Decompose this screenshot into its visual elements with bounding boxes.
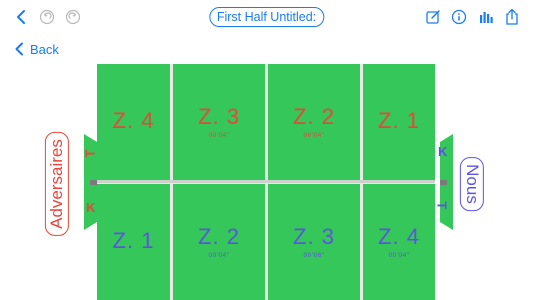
right-goal-k: K: [438, 144, 448, 159]
edit-icon[interactable]: [423, 7, 443, 27]
back-button[interactable]: Back: [14, 40, 59, 58]
stats-chart-icon[interactable]: [476, 7, 496, 27]
back-label: Back: [30, 41, 59, 57]
session-title-button[interactable]: First Half Untitled:: [208, 7, 325, 27]
right-goal: K T: [434, 134, 457, 230]
info-icon[interactable]: [449, 7, 469, 27]
chevron-left-icon: [15, 42, 23, 56]
zone-bottom-4[interactable]: Z. 4 00'04": [363, 184, 435, 300]
zone-top-2[interactable]: Z. 2 00'04": [268, 64, 360, 180]
share-icon[interactable]: [502, 7, 522, 27]
right-goal-t: T: [434, 201, 450, 210]
zone-top-1[interactable]: Z. 1: [363, 64, 435, 180]
zone-top-4[interactable]: Z. 4: [97, 64, 170, 180]
zone-bottom-2[interactable]: Z. 2 00'04": [173, 184, 265, 300]
halfway-line: [97, 180, 435, 183]
zone-bottom-3[interactable]: Z. 3 00'06": [268, 184, 360, 300]
playing-field: Z. 4 Z. 3 00'04" Z. 2 00'04" Z. 1 Z. 1 Z…: [97, 64, 435, 300]
chevron-left-icon[interactable]: [11, 7, 31, 27]
our-team-label[interactable]: Nous: [459, 157, 484, 211]
zone-top-3[interactable]: Z. 3 00'04": [173, 64, 265, 180]
undo-icon[interactable]: [37, 7, 57, 27]
top-toolbar: First Half Untitled:: [0, 0, 533, 34]
zone-bottom-1[interactable]: Z. 1: [97, 184, 170, 300]
redo-icon[interactable]: [63, 7, 83, 27]
left-goal-k: K: [86, 200, 96, 215]
opponent-team-label[interactable]: Adversaires: [44, 132, 69, 236]
left-goal-t: T: [82, 149, 98, 158]
